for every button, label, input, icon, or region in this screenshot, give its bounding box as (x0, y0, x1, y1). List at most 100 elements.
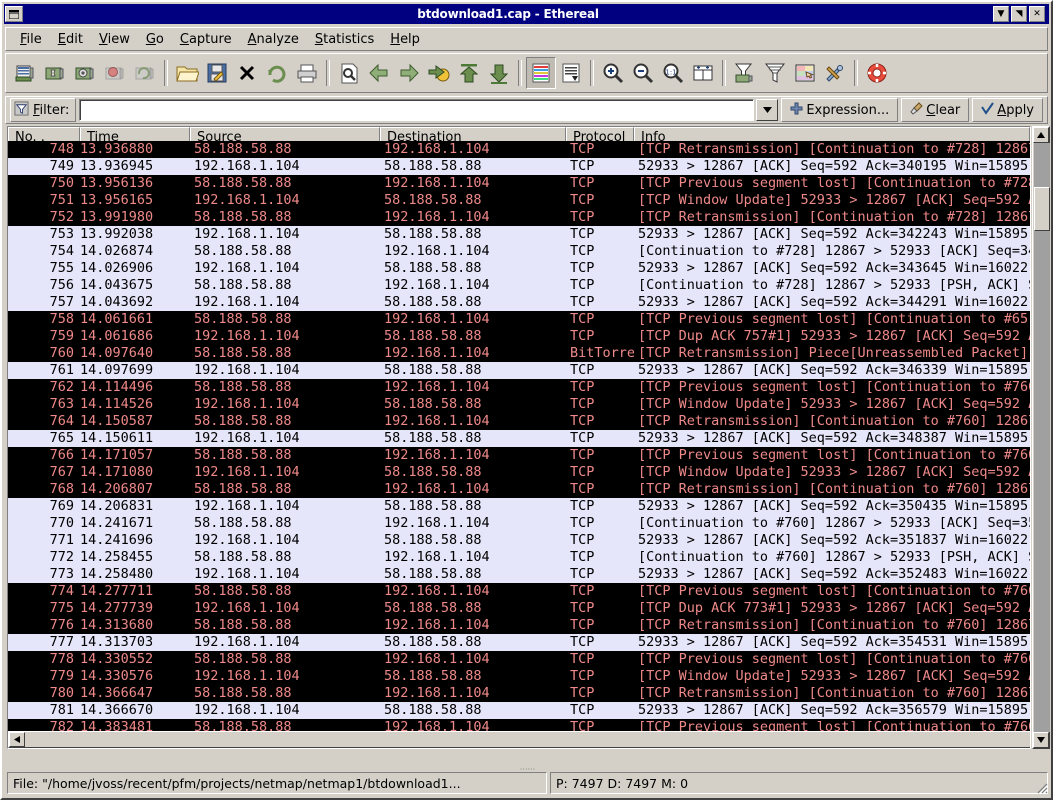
resize-grip-icon[interactable] (1034, 780, 1049, 795)
table-row[interactable]: 771 14.241696 192.168.1.104 58.188.58.88 TCP… (8, 532, 1030, 549)
packet-list-vscrollbar[interactable] (1032, 126, 1050, 749)
auto-scroll-icon[interactable] (556, 57, 586, 89)
help-icon[interactable] (862, 57, 892, 89)
table-row[interactable]: 761 14.097699 192.168.1.104 58.188.58.88 TCP… (8, 362, 1030, 379)
table-row[interactable]: 772 14.258455 58.188.58.88 192.168.1.104 TCP… (8, 549, 1030, 566)
preferences-icon[interactable] (820, 57, 850, 89)
menu-go[interactable]: Go (138, 30, 172, 49)
table-row[interactable]: 757 14.043692 192.168.1.104 58.188.58.88 TCP… (8, 294, 1030, 311)
table-row[interactable]: 754 14.026874 58.188.58.88 192.168.1.104 TCP… (8, 243, 1030, 260)
table-row[interactable]: 777 14.313703 192.168.1.104 58.188.58.88 TCP… (8, 634, 1030, 651)
close-file-icon[interactable] (232, 57, 262, 89)
menu-analyze[interactable]: Analyze (240, 30, 307, 49)
cell-source: 192.168.1.104 (194, 396, 300, 412)
table-row[interactable]: 752 13.991980 58.188.58.88 192.168.1.104 TCP… (8, 209, 1030, 226)
cell-number: 769 (49, 498, 74, 514)
expression-button[interactable]: Expression... (781, 98, 899, 122)
packet-list[interactable]: No. . Time Source Destination Protocol I… (7, 126, 1031, 749)
table-row[interactable]: 759 14.061686 192.168.1.104 58.188.58.88 TCP… (8, 328, 1030, 345)
vscroll-track[interactable] (1034, 143, 1050, 732)
coloring-rules-icon[interactable] (790, 57, 820, 89)
table-row[interactable]: 763 14.114526 192.168.1.104 58.188.58.88 TCP… (8, 396, 1030, 413)
go-to-packet-icon[interactable] (424, 57, 454, 89)
table-row[interactable]: 779 14.330576 192.168.1.104 58.188.58.88 TCP… (8, 668, 1030, 685)
zoom-in-icon[interactable] (598, 57, 628, 89)
capture-filters-icon[interactable] (730, 57, 760, 89)
menu-edit[interactable]: Edit (50, 30, 91, 49)
go-back-icon[interactable] (364, 57, 394, 89)
table-row[interactable]: 755 14.026906 192.168.1.104 58.188.58.88 TCP… (8, 260, 1030, 277)
table-row[interactable]: 769 14.206831 192.168.1.104 58.188.58.88 TCP… (8, 498, 1030, 515)
cell-time: 14.313680 (80, 617, 154, 633)
table-row[interactable]: 753 13.992038 192.168.1.104 58.188.58.88 TCP… (8, 226, 1030, 243)
table-row[interactable]: 751 13.956165 192.168.1.104 58.188.58.88 TCP… (8, 192, 1030, 209)
menu-help[interactable]: Help (382, 30, 428, 49)
minimize-button[interactable]: ▼ (993, 6, 1009, 22)
restart-capture-icon[interactable] (130, 57, 160, 89)
filter-bookmark-button[interactable]: Filter: (10, 98, 77, 122)
system-menu-icon[interactable] (5, 6, 23, 22)
vscroll-thumb[interactable] (1034, 187, 1050, 231)
table-row[interactable]: 748 13.936880 58.188.58.88 192.168.1.104 TCP… (8, 141, 1030, 158)
table-row[interactable]: 778 14.330552 58.188.58.88 192.168.1.104 TCP… (8, 651, 1030, 668)
menu-capture[interactable]: Capture (172, 30, 240, 49)
display-filters-icon[interactable] (760, 57, 790, 89)
list-interfaces-icon[interactable] (10, 57, 40, 89)
table-row[interactable]: 781 14.366670 192.168.1.104 58.188.58.88 TCP… (8, 702, 1030, 719)
go-to-last-icon[interactable] (484, 57, 514, 89)
cell-source: 58.188.58.88 (194, 345, 292, 361)
hscroll-left-arrow-icon[interactable] (9, 732, 25, 747)
table-row[interactable]: 762 14.114496 58.188.58.88 192.168.1.104 TCP… (8, 379, 1030, 396)
menu-statistics[interactable]: Statistics (307, 30, 382, 49)
reload-file-icon[interactable] (262, 57, 292, 89)
save-file-icon[interactable] (202, 57, 232, 89)
close-button[interactable]: ✕ (1029, 6, 1045, 22)
table-row[interactable]: 750 13.956136 58.188.58.88 192.168.1.104 TCP… (8, 175, 1030, 192)
vscroll-up-arrow-icon[interactable] (1033, 127, 1049, 143)
table-row[interactable]: 774 14.277711 58.188.58.88 192.168.1.104 TCP… (8, 583, 1030, 600)
table-row[interactable]: 770 14.241671 58.188.58.88 192.168.1.104 TCP… (8, 515, 1030, 532)
cell-destination: 192.168.1.104 (384, 447, 490, 463)
clear-button[interactable]: Clear (901, 98, 970, 122)
colorize-icon[interactable] (526, 57, 556, 89)
open-file-icon[interactable] (172, 57, 202, 89)
capture-options-icon[interactable] (40, 57, 70, 89)
hscroll-track[interactable] (25, 732, 1030, 747)
start-capture-icon[interactable] (70, 57, 100, 89)
menu-view[interactable]: View (91, 30, 138, 49)
table-row[interactable]: 765 14.150611 192.168.1.104 58.188.58.88 TCP… (8, 430, 1030, 447)
table-row[interactable]: 768 14.206807 58.188.58.88 192.168.1.104 TCP… (8, 481, 1030, 498)
filter-input[interactable] (79, 99, 755, 121)
cell-info: [Continuation to #728] 12867 > 52933 [AC… (638, 243, 1030, 259)
cell-protocol: TCP (570, 396, 595, 412)
find-packet-icon[interactable] (334, 57, 364, 89)
zoom-normal-icon[interactable]: 1:1 (658, 57, 688, 89)
table-row[interactable]: 780 14.366647 58.188.58.88 192.168.1.104 TCP… (8, 685, 1030, 702)
apply-button[interactable]: Apply (972, 98, 1043, 122)
table-row[interactable]: 776 14.313680 58.188.58.88 192.168.1.104 TCP… (8, 617, 1030, 634)
resize-columns-icon[interactable] (688, 57, 718, 89)
go-to-first-icon[interactable] (454, 57, 484, 89)
table-row[interactable]: 766 14.171057 58.188.58.88 192.168.1.104 TCP… (8, 447, 1030, 464)
vscroll-down-arrow-icon[interactable] (1033, 732, 1049, 748)
maximize-button[interactable]: ◥ (1011, 6, 1027, 22)
table-row[interactable]: 760 14.097640 58.188.58.88 192.168.1.104 Bit… (8, 345, 1030, 362)
stop-capture-icon[interactable] (100, 57, 130, 89)
table-row[interactable]: 758 14.061661 58.188.58.88 192.168.1.104 TCP… (8, 311, 1030, 328)
statusbar-handle[interactable]: ······ (7, 766, 1048, 774)
table-row[interactable]: 764 14.150587 58.188.58.88 192.168.1.104 TCP… (8, 413, 1030, 430)
table-row[interactable]: 767 14.171080 192.168.1.104 58.188.58.88 TCP… (8, 464, 1030, 481)
table-row[interactable]: 749 13.936945 192.168.1.104 58.188.58.88 TCP… (8, 158, 1030, 175)
table-row[interactable]: 756 14.043675 58.188.58.88 192.168.1.104 TCP… (8, 277, 1030, 294)
filter-dropdown-button[interactable] (756, 99, 779, 121)
packet-list-hscrollbar[interactable] (8, 731, 1030, 748)
packet-rows-container[interactable]: 748 13.936880 58.188.58.88 192.168.1.104 TCP… (8, 141, 1030, 739)
go-forward-icon[interactable] (394, 57, 424, 89)
menu-file[interactable]: File (12, 30, 50, 49)
print-icon[interactable] (292, 57, 322, 89)
zoom-out-icon[interactable] (628, 57, 658, 89)
table-row[interactable]: 773 14.258480 192.168.1.104 58.188.58.88 TCP… (8, 566, 1030, 583)
table-row[interactable]: 775 14.277739 192.168.1.104 58.188.58.88 TCP… (8, 600, 1030, 617)
cell-info: 52933 > 12867 [ACK] Seq=592 Ack=352483 W… (638, 566, 1030, 582)
window-title: btdownload1.cap - Ethereal (417, 7, 599, 21)
